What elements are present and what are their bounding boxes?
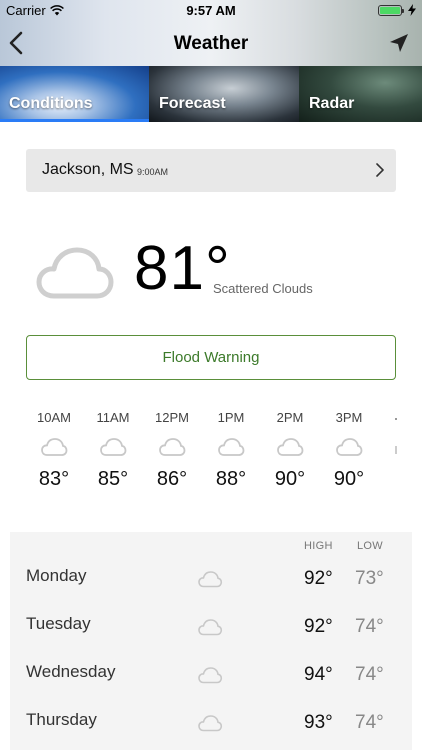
status-bar: Carrier 9:57 AM: [0, 0, 422, 20]
daily-row[interactable]: Monday 92° 73°: [10, 554, 412, 602]
tab-forecast[interactable]: Forecast: [149, 66, 299, 122]
low-column-header: LOW: [357, 540, 383, 552]
tab-conditions-label: Conditions: [9, 95, 93, 112]
hour-temperature: 86°: [156, 468, 188, 490]
hour-temperature: 88°: [215, 468, 247, 490]
cloud-icon: [36, 247, 114, 299]
battery-icon: [378, 4, 404, 16]
cloud-icon: [159, 438, 186, 456]
day-high: 92°: [304, 616, 333, 637]
current-conditions: 81° Scattered Clouds: [0, 232, 422, 312]
hour-item: 2PM 90°: [260, 408, 320, 491]
day-high: 94°: [304, 664, 333, 685]
day-name: Thursday: [26, 710, 97, 729]
daily-forecast: HIGH LOW Monday 92° 73° Tuesday 92° 74° …: [10, 532, 412, 750]
day-low: 74°: [355, 712, 384, 733]
day-name: Monday: [26, 566, 87, 585]
tab-forecast-label: Forecast: [159, 95, 226, 112]
hour-temperature: 85°: [97, 468, 129, 490]
location-time: 9:00AM: [137, 167, 169, 177]
cloud-icon: [198, 619, 223, 636]
active-tab-indicator: [0, 119, 149, 122]
tab-radar[interactable]: Radar: [299, 66, 422, 122]
location-arrow-icon[interactable]: [388, 32, 410, 54]
hour-time: 2PM: [276, 410, 304, 425]
day-low: 73°: [355, 568, 384, 589]
flood-warning-button[interactable]: Flood Warning: [26, 335, 396, 380]
cloud-icon: [198, 715, 223, 732]
alert-label: Flood Warning: [162, 349, 260, 366]
hour-time: 11AM: [96, 410, 130, 425]
hour-temperature: 90°: [274, 468, 306, 490]
hour-item: 3PM 90°: [319, 408, 379, 491]
location-city: Jackson, MS: [42, 161, 134, 178]
hour-temperature: 83°: [38, 468, 70, 490]
day-name: Wednesday: [26, 662, 116, 681]
tab-conditions[interactable]: Conditions: [0, 66, 149, 122]
hourly-forecast: 10AM 83° 11AM 85° 12PM 86° 1PM 88° 2PM 9…: [0, 408, 422, 508]
daily-row[interactable]: Thursday 93° 74°: [10, 698, 412, 746]
cloud-icon: [41, 438, 68, 456]
tab-bar: Conditions Forecast Radar: [0, 66, 422, 122]
cloud-icon: [198, 667, 223, 684]
hourly-scroll-hint: [395, 408, 398, 508]
daily-row[interactable]: Tuesday 92° 74°: [10, 602, 412, 650]
status-right: [378, 4, 416, 16]
hour-time: 3PM: [335, 410, 363, 425]
charging-icon: [408, 4, 416, 16]
day-low: 74°: [355, 616, 384, 637]
day-high: 92°: [304, 568, 333, 589]
hour-item: 10AM 83°: [24, 408, 84, 491]
day-low: 74°: [355, 664, 384, 685]
cloud-icon: [336, 438, 363, 456]
daily-row[interactable]: Wednesday 94° 74°: [10, 650, 412, 698]
page-title: Weather: [173, 33, 249, 54]
hour-item: 12PM 86°: [142, 408, 202, 491]
status-time: 9:57 AM: [186, 3, 236, 18]
cloud-icon: [277, 438, 304, 456]
hour-time: 12PM: [155, 410, 189, 425]
hour-temperature: 90°: [333, 468, 365, 490]
cloud-icon: [218, 438, 245, 456]
navigation-bar: Weather: [0, 20, 422, 66]
hour-time: 1PM: [217, 410, 245, 425]
day-high: 93°: [304, 712, 333, 733]
hour-item: 1PM 88°: [201, 408, 261, 491]
high-column-header: HIGH: [304, 540, 333, 552]
cloud-icon: [198, 571, 223, 588]
hour-item: 11AM 85°: [83, 408, 143, 491]
current-condition: Scattered Clouds: [213, 281, 313, 296]
day-name: Tuesday: [26, 614, 91, 633]
tab-radar-label: Radar: [309, 95, 355, 112]
location-selector[interactable]: Jackson, MS 9:00AM: [26, 149, 396, 192]
chevron-right-icon: [376, 163, 384, 177]
hour-time: 10AM: [37, 410, 71, 425]
cloud-icon: [100, 438, 127, 456]
